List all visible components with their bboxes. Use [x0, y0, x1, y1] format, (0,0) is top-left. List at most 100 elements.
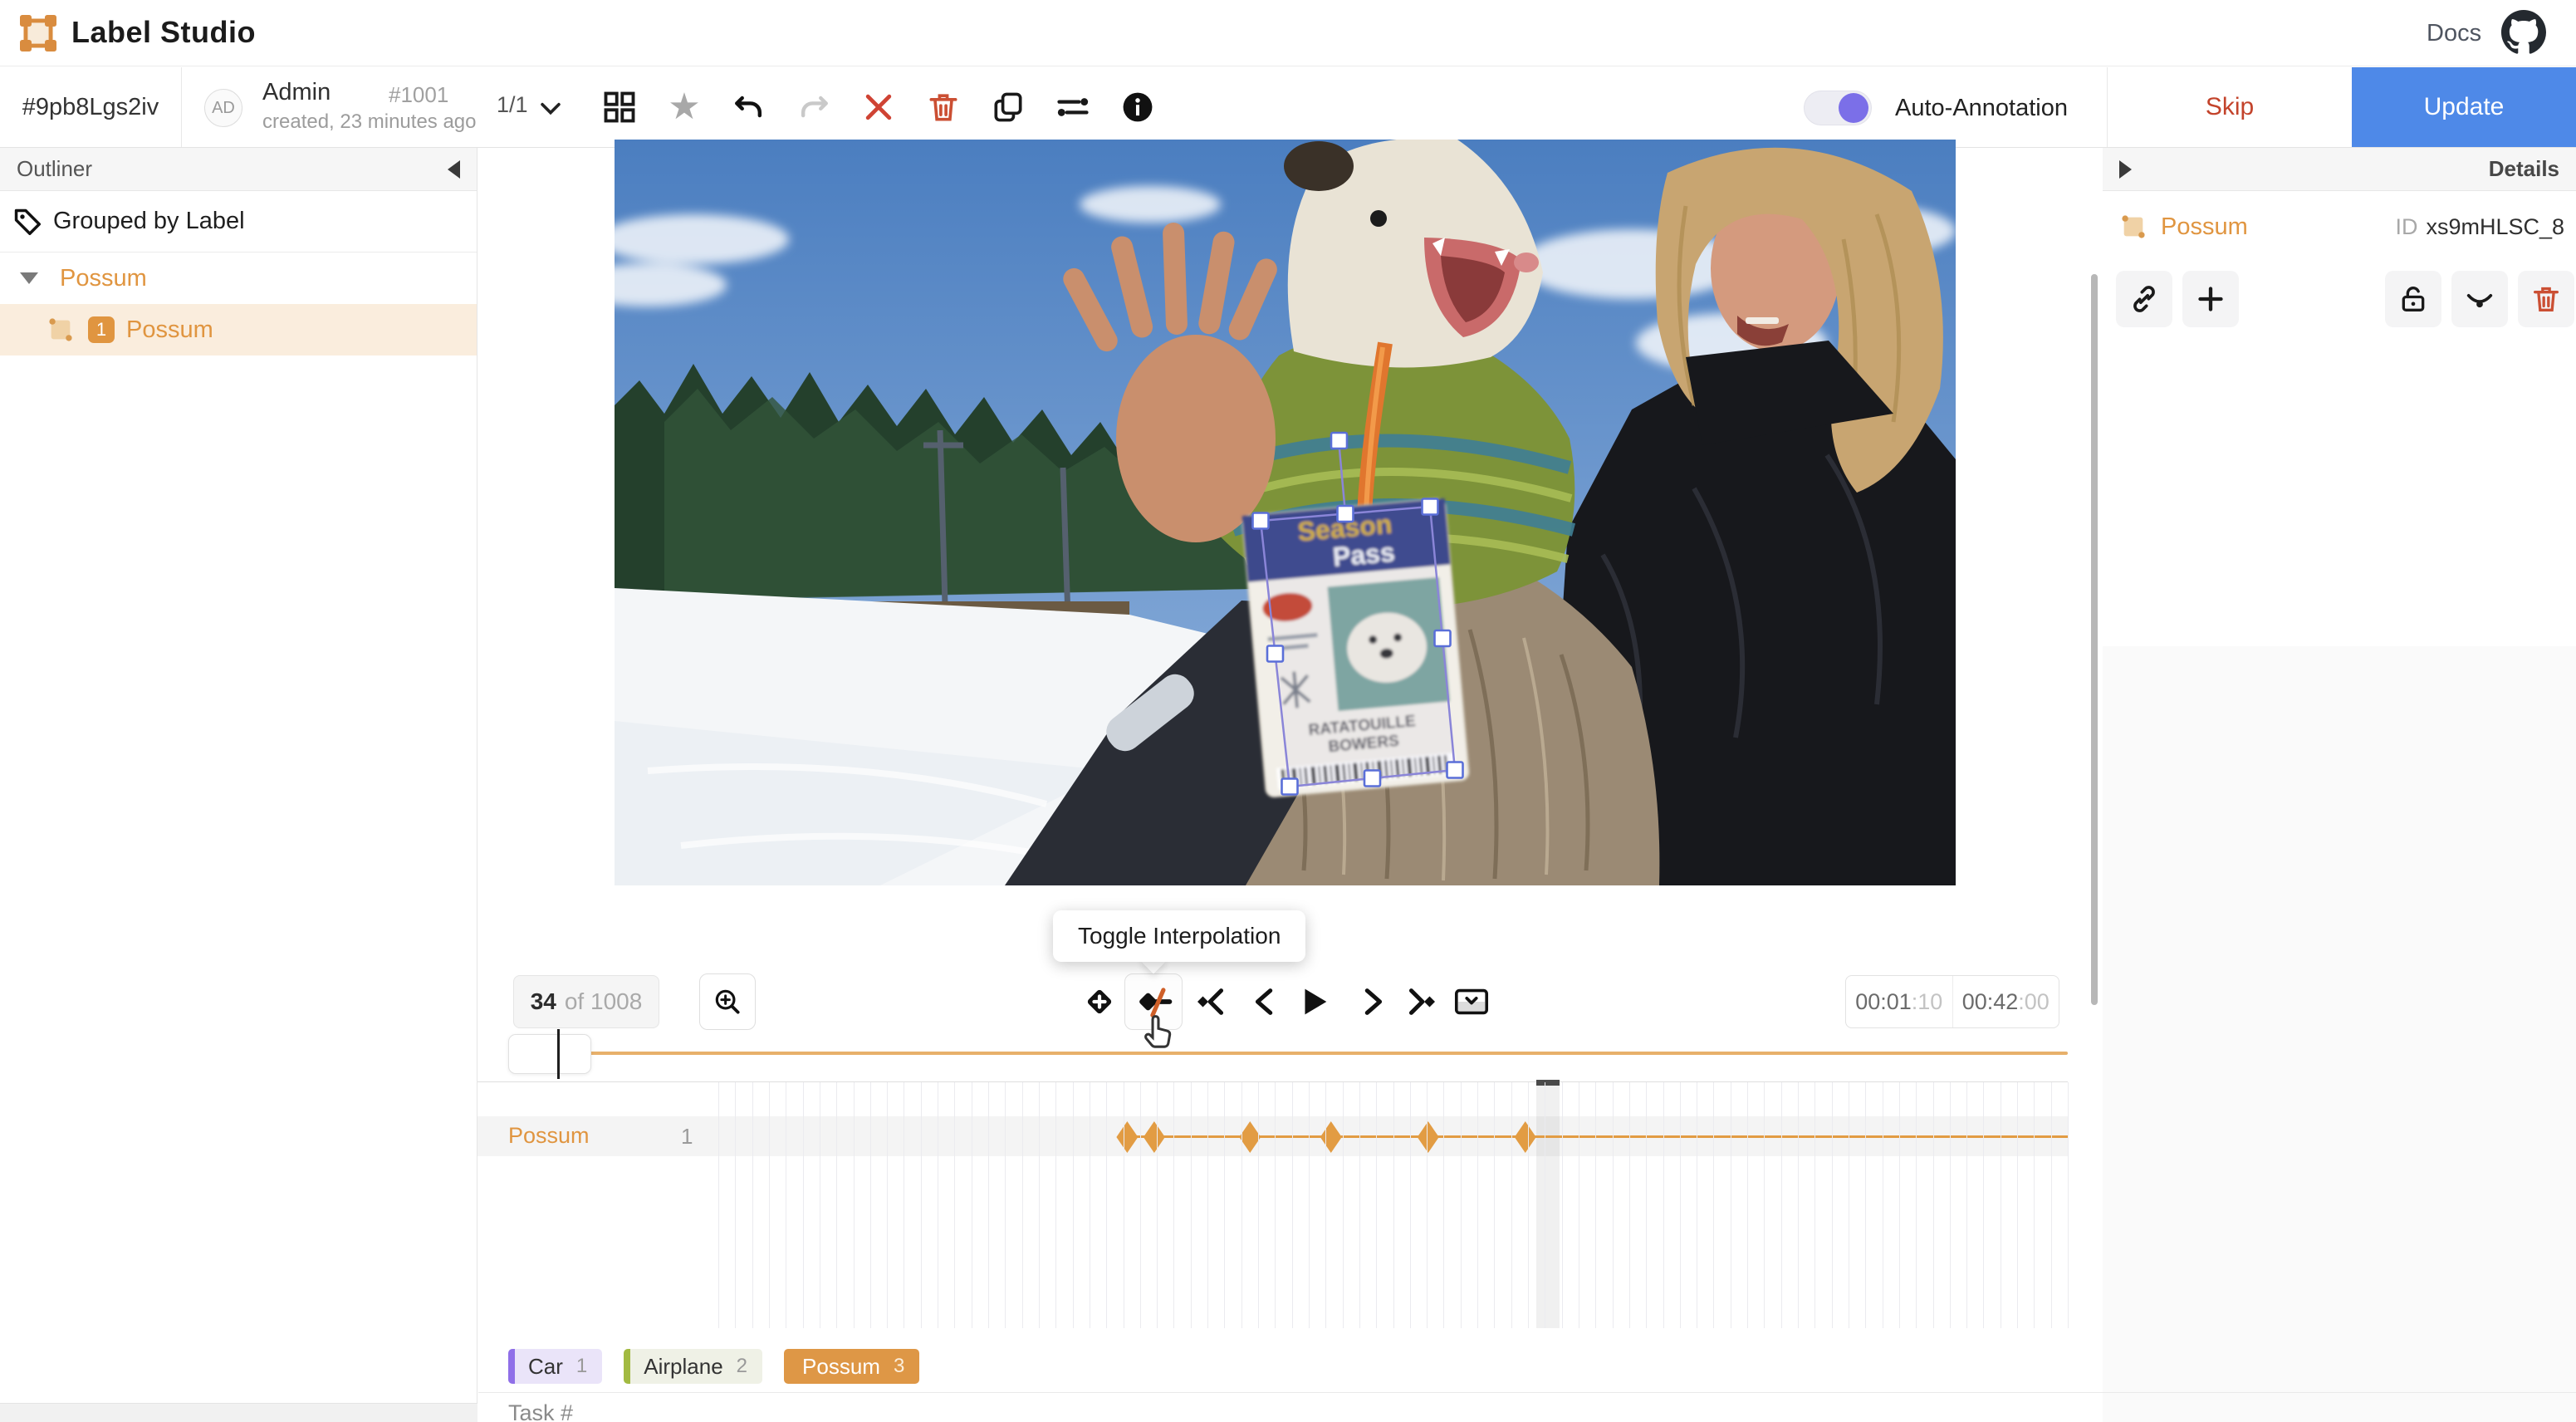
grid-top-border: [477, 1081, 718, 1082]
grid-line: [2051, 1082, 2052, 1328]
play-button[interactable]: [1294, 982, 1334, 1022]
grid-line: [1477, 1082, 1478, 1328]
tag-icon: [12, 206, 43, 238]
label-tag-airplane[interactable]: Airplane 2: [624, 1349, 762, 1384]
tooltip: Toggle Interpolation: [1053, 910, 1305, 962]
grid-line: [921, 1082, 922, 1328]
zoom-timeline-button[interactable]: [699, 973, 756, 1030]
seekbar-viewport-handle[interactable]: [508, 1034, 591, 1074]
seekbar-playhead[interactable]: [557, 1029, 560, 1079]
toggle-knob[interactable]: [1839, 93, 1868, 123]
keyframe-diamond[interactable]: [1320, 1121, 1342, 1153]
label-tag-possum[interactable]: Possum 3: [784, 1349, 919, 1384]
labels-bar: Car 1 Airplane 2 Possum 3: [508, 1349, 919, 1384]
group-label: Possum: [60, 265, 147, 292]
grid-line: [1157, 1082, 1158, 1328]
group-by-selector[interactable]: Grouped by Label: [0, 191, 477, 253]
keyframe-diamond[interactable]: [1515, 1121, 1536, 1153]
region-row-possum[interactable]: 1 Possum: [0, 304, 477, 356]
keyframe-diamond[interactable]: [1116, 1121, 1138, 1153]
github-icon[interactable]: [2501, 10, 2546, 55]
label-text: Airplane: [644, 1354, 722, 1380]
chevron-down-icon[interactable]: [536, 94, 565, 122]
collapse-frames-button[interactable]: [1452, 982, 1491, 1022]
docs-link[interactable]: Docs: [2427, 20, 2481, 47]
skip-button[interactable]: Skip: [2108, 67, 2352, 147]
add-relation-button[interactable]: [2182, 271, 2239, 327]
vertical-scrollbar[interactable]: [2091, 274, 2098, 1005]
seekbar[interactable]: [529, 1052, 2068, 1055]
tree-group-possum[interactable]: Possum: [0, 253, 477, 304]
hide-region-button[interactable]: [2451, 271, 2508, 327]
grid-line: [1461, 1082, 1462, 1328]
grid-line: [1376, 1082, 1377, 1328]
selected-region-row[interactable]: Possum IDxs9mHLSC_8: [2103, 203, 2576, 251]
details-panel-rest: [2103, 646, 2576, 1422]
sidebar-bottom-strip: [0, 1403, 477, 1422]
lock-region-button[interactable]: [2385, 271, 2441, 327]
current-frame: 34: [531, 988, 556, 1015]
undo-button[interactable]: [729, 87, 769, 127]
grid-line: [1258, 1082, 1259, 1328]
timeline-grid[interactable]: [718, 1081, 2068, 1327]
collapse-panel-icon[interactable]: [2119, 160, 2132, 179]
toggle-track[interactable]: [1804, 91, 1872, 125]
grid-line: [988, 1082, 989, 1328]
label-studio-app: Label Studio Docs #9pb8Lgs2iv AD Admin #…: [0, 0, 2576, 1422]
views-grid-button[interactable]: [600, 87, 639, 127]
grid-line: [1832, 1082, 1833, 1328]
grid-line: [1781, 1082, 1782, 1328]
auto-annotation-toggle[interactable]: Auto-Annotation: [1804, 91, 2068, 125]
collapse-panel-icon[interactable]: [448, 160, 460, 179]
label-hotkey: 3: [894, 1355, 904, 1378]
grid-line: [1595, 1082, 1596, 1328]
grid-line: [1173, 1082, 1174, 1328]
grid-line: [1629, 1082, 1630, 1328]
label-color-bar: [508, 1349, 515, 1384]
redo-button[interactable]: [794, 87, 834, 127]
video-frame[interactable]: Season Pass RATATOUILLE BOWERS: [615, 140, 1956, 885]
grid-line: [1343, 1082, 1344, 1328]
reject-button[interactable]: [859, 87, 899, 127]
annotation-created: created, 23 minutes ago: [262, 110, 477, 134]
ground-truth-star-button[interactable]: ★: [664, 87, 704, 127]
grid-line: [1292, 1082, 1293, 1328]
add-keyframe-button[interactable]: [1080, 982, 1119, 1022]
keyframe-diamond[interactable]: [1144, 1121, 1165, 1153]
region-id-value: xs9mHLSC_8: [2426, 214, 2564, 239]
grid-line: [735, 1082, 736, 1328]
current-time[interactable]: 00:01:10: [1846, 976, 1952, 1027]
playhead-tick[interactable]: [1536, 1080, 1560, 1086]
label-hotkey: 1: [576, 1355, 587, 1378]
link-region-button[interactable]: [2116, 271, 2172, 327]
previous-frame-button[interactable]: [1246, 982, 1286, 1022]
grid-line: [1814, 1082, 1815, 1328]
frame-counter[interactable]: 34 of 1008: [513, 975, 659, 1028]
label-studio-logo-icon[interactable]: [18, 13, 58, 53]
region-index-badge: 1: [88, 316, 115, 343]
settings-sliders-button[interactable]: [1053, 87, 1093, 127]
grid-line: [2034, 1082, 2035, 1328]
previous-keyframe-button[interactable]: [1193, 982, 1232, 1022]
duplicate-annotation-button[interactable]: [988, 87, 1028, 127]
grid-line: [769, 1082, 770, 1328]
delete-annotation-button[interactable]: [923, 87, 963, 127]
update-button[interactable]: Update: [2352, 67, 2576, 147]
grid-line: [752, 1082, 753, 1328]
grid-line: [1983, 1082, 1984, 1328]
grid-line: [1191, 1082, 1192, 1328]
playhead-column[interactable]: [1536, 1083, 1560, 1328]
label-tag-car[interactable]: Car 1: [508, 1349, 602, 1384]
grid-line: [1427, 1082, 1428, 1328]
next-frame-button[interactable]: [1352, 982, 1392, 1022]
expand-arrow-icon[interactable]: [20, 272, 38, 284]
time-display: 00:01:10 00:42:00: [1845, 975, 2059, 1028]
annotation-pager: 1/1: [497, 92, 528, 118]
next-keyframe-button[interactable]: [1400, 982, 1440, 1022]
keyframe-diamond[interactable]: [1418, 1121, 1439, 1153]
region-id-label: ID: [2395, 214, 2417, 239]
grid-line: [1713, 1082, 1714, 1328]
delete-region-button[interactable]: [2518, 271, 2574, 327]
grid-line: [718, 1082, 719, 1328]
info-button[interactable]: [1118, 87, 1158, 127]
